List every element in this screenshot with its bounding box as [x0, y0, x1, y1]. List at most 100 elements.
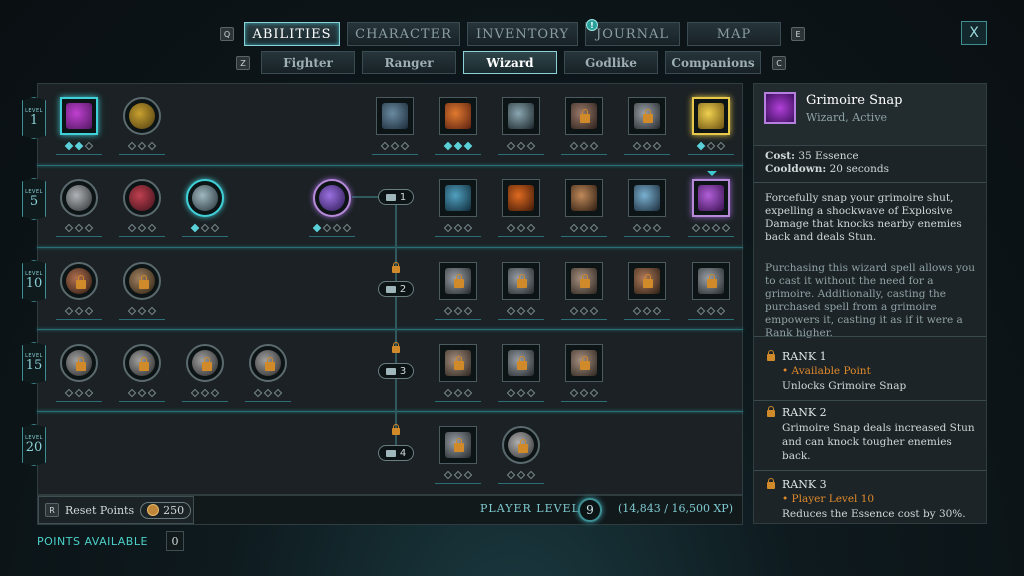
skill-node[interactable]: [692, 97, 730, 135]
skill-node[interactable]: [565, 97, 603, 135]
skill-icon: [508, 185, 534, 211]
rank-pip: [589, 388, 599, 398]
skill-node[interactable]: [692, 179, 730, 217]
skill-node[interactable]: [439, 426, 477, 464]
rank-pip: [443, 223, 453, 233]
skill-node[interactable]: [123, 179, 161, 217]
subtab-ranger[interactable]: Ranger: [362, 51, 456, 74]
skill-node[interactable]: [186, 344, 224, 382]
skill-node[interactable]: [313, 179, 351, 217]
rank-pip: [516, 306, 526, 316]
skill-node[interactable]: [502, 262, 540, 300]
subtab-godlike[interactable]: Godlike: [564, 51, 658, 74]
rank-pip: [74, 306, 84, 316]
skill-node[interactable]: [502, 344, 540, 382]
rank-pips: [632, 306, 662, 316]
skill-node[interactable]: [123, 97, 161, 135]
rank-pip: [443, 306, 453, 316]
skill-node[interactable]: [376, 97, 414, 135]
level-tag-1: LEVEL 1: [22, 97, 46, 139]
tab-abilities[interactable]: ABILITIES: [244, 22, 340, 46]
ability-title: Grimoire Snap: [806, 93, 903, 108]
skill-node[interactable]: [249, 344, 287, 382]
skill-node[interactable]: [439, 97, 477, 135]
rank-pip: [147, 141, 157, 151]
skill-underline: [435, 236, 481, 237]
rank-pip: [332, 223, 342, 233]
rank-2: RANK 2 Grimoire Snap deals increased Stu…: [766, 406, 978, 463]
reset-points-button[interactable]: R Reset Points 250: [38, 496, 194, 524]
skill-node[interactable]: [60, 179, 98, 217]
subtab-companions[interactable]: Companions: [665, 51, 761, 74]
skill-icon: [634, 185, 660, 211]
skill-underline: [372, 154, 418, 155]
lock-icon: [76, 275, 86, 289]
subtab-wizard[interactable]: Wizard: [463, 51, 557, 74]
rank-pip: [137, 388, 147, 398]
rank-pip: [569, 141, 579, 151]
skill-node[interactable]: [565, 179, 603, 217]
rank-3: RANK 3 • Player Level 10 Reduces the Ess…: [766, 478, 978, 521]
skill-underline: [56, 154, 102, 155]
skill-node[interactable]: [502, 426, 540, 464]
rank-pip: [127, 306, 137, 316]
lock-icon: [139, 357, 149, 371]
rank-pip: [312, 223, 322, 233]
skill-node[interactable]: [186, 179, 224, 217]
rank-pip: [443, 388, 453, 398]
xp-readout: (14,843 / 16,500 XP): [618, 502, 733, 515]
skill-node[interactable]: [439, 262, 477, 300]
rank-pip: [516, 141, 526, 151]
tab-map[interactable]: MAP: [687, 22, 781, 46]
rank-pips: [64, 141, 94, 151]
rank-pip: [589, 306, 599, 316]
tab-journal[interactable]: JOURNAL: [585, 22, 680, 46]
skill-node[interactable]: [123, 262, 161, 300]
skill-underline: [688, 154, 734, 155]
rank-pip: [200, 223, 210, 233]
skill-node[interactable]: [628, 179, 666, 217]
rank-pip: [74, 141, 84, 151]
grimoire-node-2[interactable]: 2: [378, 281, 414, 297]
rank-pip: [64, 388, 74, 398]
skill-node[interactable]: [60, 97, 98, 135]
skill-node[interactable]: [439, 179, 477, 217]
rank-pip: [400, 141, 410, 151]
skill-node[interactable]: [565, 344, 603, 382]
rank-requirement: • Player Level 10: [782, 493, 875, 505]
rank-pips: [312, 223, 352, 233]
rank-pips: [380, 141, 410, 151]
book-icon: [385, 367, 396, 375]
grimoire-node-number: 3: [399, 365, 407, 377]
skill-node[interactable]: [439, 344, 477, 382]
lock-icon: [707, 274, 717, 288]
skill-node[interactable]: [123, 344, 161, 382]
skill-node[interactable]: [692, 262, 730, 300]
rank-pips: [569, 223, 599, 233]
grimoire-node-1[interactable]: 1: [378, 189, 414, 205]
skill-underline: [119, 154, 165, 155]
skill-node[interactable]: [502, 179, 540, 217]
skill-node[interactable]: [565, 262, 603, 300]
skill-node[interactable]: [628, 262, 666, 300]
grimoire-node-3[interactable]: 3: [378, 363, 414, 379]
tab-inventory[interactable]: INVENTORY: [467, 22, 578, 46]
skill-underline: [182, 236, 228, 237]
skill-node[interactable]: [502, 97, 540, 135]
skill-node[interactable]: [60, 262, 98, 300]
skill-underline: [561, 401, 607, 402]
rank-pips: [443, 388, 473, 398]
close-button[interactable]: X: [961, 21, 987, 45]
player-level-badge: 9: [578, 498, 602, 522]
tab-character[interactable]: CHARACTER: [347, 22, 460, 46]
grimoire-node-4[interactable]: 4: [378, 445, 414, 461]
skill-underline: [182, 401, 228, 402]
lock-icon: [580, 356, 590, 370]
skill-node[interactable]: [628, 97, 666, 135]
skill-underline: [119, 236, 165, 237]
divider: [754, 470, 986, 471]
skill-node[interactable]: [60, 344, 98, 382]
rank-pip: [342, 223, 352, 233]
subtab-fighter[interactable]: Fighter: [261, 51, 355, 74]
rank-pip: [642, 223, 652, 233]
